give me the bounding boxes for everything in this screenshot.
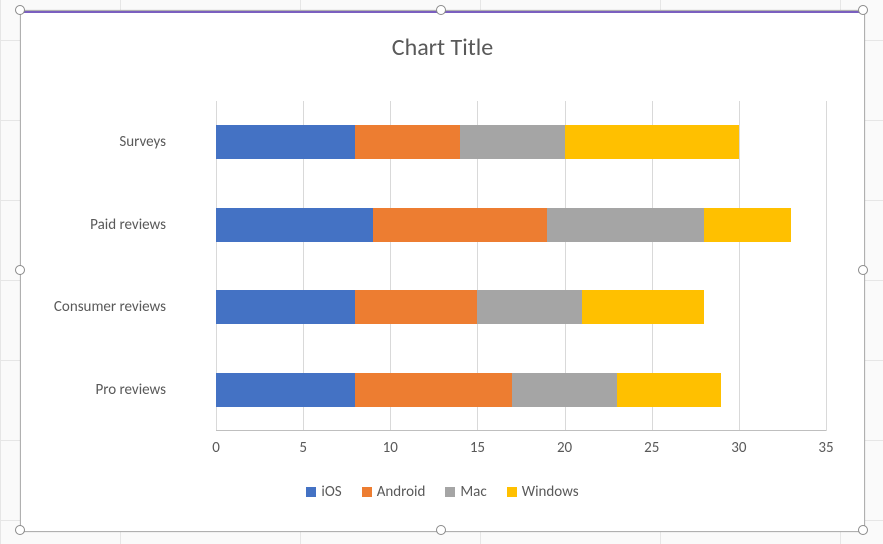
gridline [739, 101, 740, 431]
x-axis-line [216, 430, 826, 431]
resize-handle-bottom-left[interactable] [15, 525, 25, 535]
legend-item-ios[interactable]: iOS [306, 483, 341, 501]
resize-handle-top-left[interactable] [15, 5, 25, 15]
bar-segment-windows[interactable] [565, 125, 739, 159]
category-label: Pro reviews [95, 381, 166, 399]
bar-segment-android[interactable] [355, 290, 477, 324]
x-tick-label: 0 [212, 439, 220, 457]
legend-label: Mac [460, 483, 486, 501]
legend[interactable]: iOS Android Mac Windows [21, 483, 864, 501]
legend-item-android[interactable]: Android [362, 483, 426, 501]
category-label: Surveys [119, 133, 166, 151]
legend-swatch [362, 487, 372, 497]
category-label: Paid reviews [90, 216, 166, 234]
resize-handle-top-middle[interactable] [436, 5, 446, 15]
x-tick-label: 25 [644, 439, 659, 457]
bar-segment-windows[interactable] [582, 290, 704, 324]
resize-handle-bottom-middle[interactable] [436, 525, 446, 535]
bar-segment-windows[interactable] [617, 373, 722, 407]
x-tick-label: 10 [383, 439, 398, 457]
legend-label: Windows [522, 483, 579, 501]
bar-segment-ios[interactable] [216, 373, 355, 407]
legend-label: Android [377, 483, 426, 501]
gridline [826, 101, 827, 431]
legend-swatch [507, 487, 517, 497]
x-tick-label: 35 [818, 439, 833, 457]
bar-segment-windows[interactable] [704, 208, 791, 242]
resize-handle-top-right[interactable] [858, 5, 868, 15]
resize-handle-bottom-right[interactable] [858, 525, 868, 535]
bar-segment-ios[interactable] [216, 125, 355, 159]
legend-item-windows[interactable]: Windows [507, 483, 579, 501]
bar-segment-mac[interactable] [477, 290, 582, 324]
chart-title[interactable]: Chart Title [21, 33, 864, 62]
resize-handle-middle-left[interactable] [15, 265, 25, 275]
resize-handle-middle-right[interactable] [858, 265, 868, 275]
bar-segment-android[interactable] [355, 125, 460, 159]
legend-item-mac[interactable]: Mac [445, 483, 486, 501]
category-label: Consumer reviews [54, 298, 166, 316]
legend-swatch [445, 487, 455, 497]
chart-object[interactable]: Chart Title 0 5 10 15 20 25 30 35 Pro reviews Co… [20, 10, 865, 532]
bar-segment-ios[interactable] [216, 208, 373, 242]
plot-area[interactable] [216, 101, 826, 431]
legend-label: iOS [321, 483, 341, 501]
bar-segment-android[interactable] [373, 208, 547, 242]
x-tick-label: 15 [470, 439, 485, 457]
x-tick-label: 20 [557, 439, 572, 457]
x-tick-label: 5 [299, 439, 307, 457]
bar-segment-ios[interactable] [216, 290, 355, 324]
legend-swatch [306, 487, 316, 497]
bar-segment-mac[interactable] [460, 125, 565, 159]
bar-segment-mac[interactable] [547, 208, 704, 242]
bar-segment-mac[interactable] [512, 373, 617, 407]
bar-segment-android[interactable] [355, 373, 512, 407]
x-tick-label: 30 [731, 439, 746, 457]
